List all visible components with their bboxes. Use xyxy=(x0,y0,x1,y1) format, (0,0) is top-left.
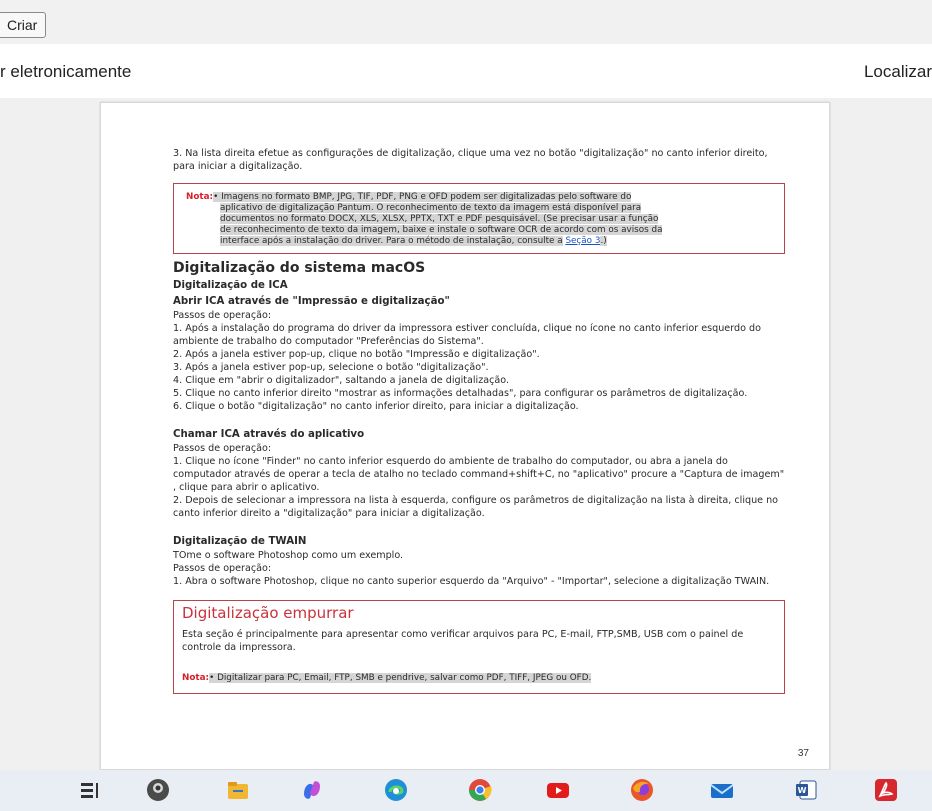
page-number: 37 xyxy=(797,748,809,759)
intro-paragraph: 3. Na lista direita efetue as configuraç… xyxy=(173,148,768,172)
push-scan-box: Digitalização empurrar Esta seção é prin… xyxy=(173,600,785,694)
steps-label-2: Passos de operação: xyxy=(173,443,272,454)
acrobat-icon[interactable] xyxy=(874,778,898,802)
note-end: .) xyxy=(600,236,607,246)
push-note-label: Nota: xyxy=(182,673,210,683)
app-step-1: 1. Clique no ícone "Finder" no canto inf… xyxy=(173,456,785,493)
webcam-app-icon[interactable] xyxy=(146,778,170,802)
note-line-2: aplicativo de digitalização Pantum. O re… xyxy=(220,203,642,213)
ica-step-3: 3. Após a janela estiver pop-up, selecio… xyxy=(173,362,489,373)
steps-label: Passos de operação: xyxy=(173,310,272,321)
firefox-icon[interactable] xyxy=(630,778,654,802)
task-view-icon[interactable] xyxy=(78,778,102,802)
twain-step-1: 1. Abra o software Photoshop, clique no … xyxy=(173,576,770,587)
note-box: Nota:• Imagens no formato BMP, JPG, TIF,… xyxy=(173,183,785,254)
section-heading-macos: Digitalização do sistema macOS xyxy=(173,260,426,276)
app-step-2: 2. Depois de selecionar a impressora na … xyxy=(173,495,779,519)
ica-heading: Digitalização de ICA xyxy=(173,280,288,291)
edge-icon[interactable] xyxy=(384,778,408,802)
mail-icon[interactable] xyxy=(710,778,734,802)
ica-step-5: 5. Clique no canto inferior direito "mos… xyxy=(173,388,748,399)
word-icon[interactable]: W xyxy=(794,778,818,802)
ica-step-1: 1. Após a instalação do programa do driv… xyxy=(173,323,761,347)
note-line-5: interface após a instalação do driver. P… xyxy=(220,236,563,246)
pdf-viewer[interactable]: 3. Na lista direita efetue as configuraç… xyxy=(0,98,932,770)
top-toolbar: Criar xyxy=(0,0,932,44)
note-label: Nota: xyxy=(186,192,214,202)
pdf-page: 3. Na lista direita efetue as configuraç… xyxy=(100,102,830,770)
sign-electronically-label[interactable]: r eletronicamente xyxy=(0,62,131,82)
ica-step-2: 2. Após a janela estiver pop-up, clique … xyxy=(173,349,540,360)
push-note-text: • Digitalizar para PC, Email, FTP, SMB e… xyxy=(209,673,592,683)
push-scan-heading: Digitalização empurrar xyxy=(182,604,354,622)
file-explorer-icon[interactable] xyxy=(226,778,250,802)
find-label[interactable]: Localizar xyxy=(864,62,932,82)
taskbar: W xyxy=(0,770,932,811)
app-heading: Chamar ICA através do aplicativo xyxy=(173,429,365,440)
youtube-icon[interactable] xyxy=(546,778,570,802)
ica-open-heading: Abrir ICA através de "Impressão e digita… xyxy=(173,296,450,307)
push-note: Nota:• Digitalizar para PC, Email, FTP, … xyxy=(182,672,778,685)
page-content: 3. Na lista direita efetue as configuraç… xyxy=(173,147,785,694)
twain-intro: TOme o software Photoshop como um exempl… xyxy=(173,550,404,561)
steps-label-3: Passos de operação: xyxy=(173,563,272,574)
document-header-bar: r eletronicamente Localizar xyxy=(0,44,932,98)
note-line-3: documentos no formato DOCX, XLS, XLSX, P… xyxy=(220,214,659,224)
svg-text:W: W xyxy=(798,786,807,795)
note-line-1: • Imagens no formato BMP, JPG, TIF, PDF,… xyxy=(213,192,632,202)
note-line-4: de reconhecimento de texto da imagem, ba… xyxy=(220,225,663,235)
twain-heading: Digitalização de TWAIN xyxy=(173,536,307,547)
ica-step-6: 6. Clique o botão "digitalização" no can… xyxy=(173,401,579,412)
copilot-icon[interactable] xyxy=(300,778,324,802)
create-button[interactable]: Criar xyxy=(0,12,47,38)
push-scan-text: Esta seção é principalmente para apresen… xyxy=(182,629,744,653)
ica-step-4: 4. Clique em "abrir o digitalizador", sa… xyxy=(173,375,510,386)
chrome-icon[interactable] xyxy=(468,778,492,802)
section-3-link[interactable]: Seção 3 xyxy=(565,236,600,246)
